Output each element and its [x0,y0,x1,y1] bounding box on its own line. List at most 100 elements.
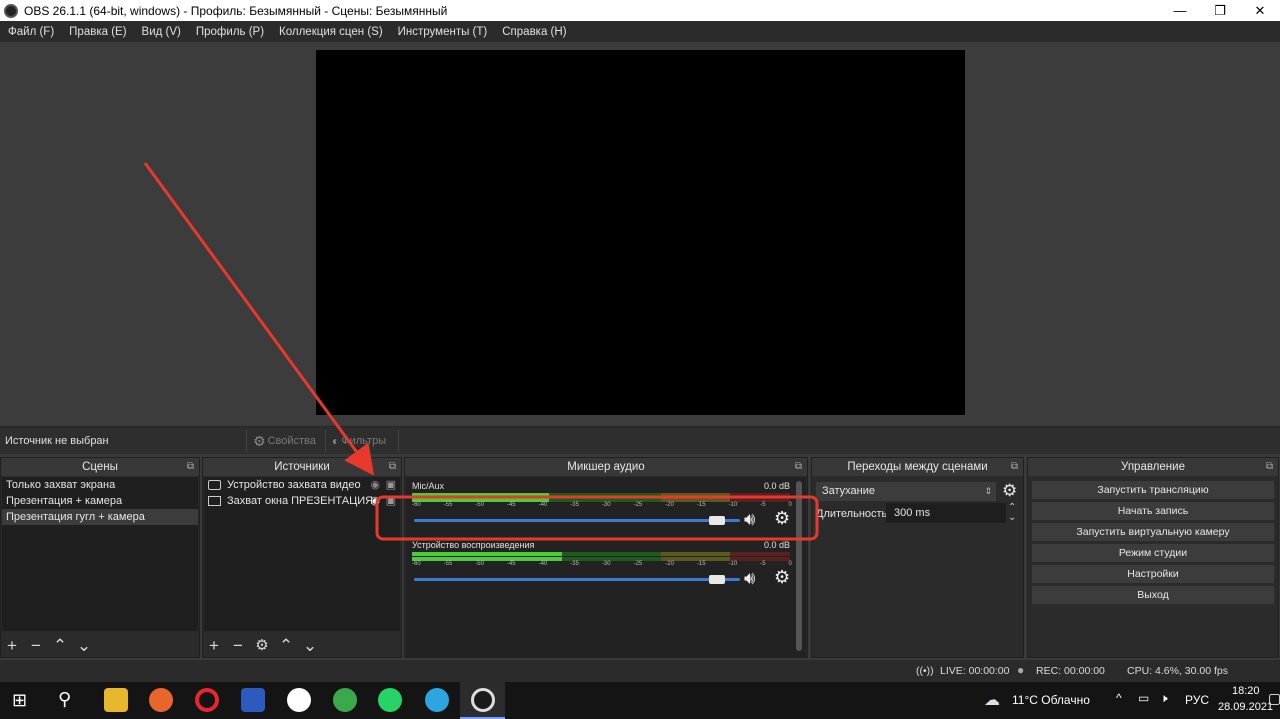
tick-label: -50 [475,502,484,508]
network-icon[interactable]: ▭ [1138,691,1149,705]
calculator-icon[interactable] [241,688,265,712]
add-icon[interactable]: + [3,637,21,655]
audio-mixer-dock: Микшер аудио ⧉ Mic/Aux 0.0 dB -60 -55 -50 -… [404,457,808,658]
gear-icon[interactable]: ⚙ [774,567,790,588]
start-virtual-camera-button[interactable]: Запустить виртуальную камеру [1032,523,1274,541]
scene-item[interactable]: Презентация + камера [2,493,198,509]
tick-label: -5 [760,561,766,567]
undock-icon[interactable]: ⧉ [1266,458,1273,476]
volume-slider[interactable] [414,578,740,581]
menu-view[interactable]: Вид (V) [142,26,181,38]
gear-icon[interactable]: ⚙ [1002,481,1017,501]
chevron-up-icon[interactable]: ^ [1116,691,1122,705]
scenes-header: Сцены ⧉ [1,458,199,476]
move-up-icon[interactable]: ⌃ [51,637,69,655]
volume-slider[interactable] [414,519,740,522]
windows-start-icon[interactable]: ⊞ [12,690,27,711]
search-icon[interactable]: ⚲ [58,689,71,710]
start-streaming-button[interactable]: Запустить трансляцию [1032,481,1274,499]
spin-icon: ⇕ [984,486,992,496]
settings-button[interactable]: Настройки [1032,565,1274,583]
menu-profile[interactable]: Профиль (P) [196,26,264,38]
no-source-label: Источник не выбран [5,435,109,447]
firefox-icon[interactable] [149,688,173,712]
menu-scene-collection[interactable]: Коллекция сцен (S) [279,26,383,38]
scene-item-selected[interactable]: Презентация гугл + камера [2,509,198,525]
yandex-browser-icon[interactable] [287,688,311,712]
maximize-button[interactable]: ❐ [1200,0,1240,21]
menu-help[interactable]: Справка (H) [502,26,566,38]
mixer-scrollbar[interactable] [796,481,802,651]
filters-button[interactable]: ◐ Фильтры [325,430,392,452]
controls-title: Управление [1121,461,1185,473]
opera-icon[interactable] [195,688,219,712]
remove-icon[interactable]: − [27,637,45,655]
move-up-icon[interactable]: ⌃ [277,637,295,655]
menu-file[interactable]: Файл (F) [8,26,54,38]
duration-input[interactable]: 300 ms [886,503,1006,523]
gear-icon[interactable]: ⚙ [774,508,790,529]
file-explorer-icon[interactable] [104,688,128,712]
tick-label: -60 [412,561,421,567]
undock-icon[interactable]: ⧉ [187,458,194,476]
tick-label: -25 [633,502,643,508]
source-item[interactable]: Захват окна ПРЕЗЕНТАЦИЯ ◉ ▣ [204,493,400,509]
obs-taskbar-item[interactable] [460,682,505,719]
remove-icon[interactable]: − [229,637,247,655]
properties-label: Свойства [267,435,316,447]
clock-date[interactable]: 28.09.2021 [1218,701,1273,713]
eye-hidden-icon[interactable]: ◉ [370,477,380,493]
tick-label: -35 [570,502,579,508]
meter-level [412,493,550,497]
channel-db: 0.0 dB [763,481,790,491]
controls-header: Управление ⧉ [1028,458,1278,476]
gear-icon[interactable]: ⚙ [253,637,271,655]
transition-select[interactable]: Затухание ⇕ [816,482,996,501]
close-button[interactable]: ✕ [1240,0,1280,21]
weather-text[interactable]: 11°C Облачно [1012,693,1090,707]
eye-icon[interactable]: ◉ [370,493,380,509]
live-status: LIVE: 00:00:00 [940,665,1010,677]
volume-slider-handle[interactable] [709,575,726,584]
language-indicator[interactable]: РУС [1185,693,1209,707]
undock-icon[interactable]: ⧉ [795,458,802,476]
source-item[interactable]: Устройство захвата видео ◉ ▣ [204,477,400,493]
studio-mode-button[interactable]: Режим студии [1032,544,1274,562]
clock-time[interactable]: 18:20 [1232,685,1260,697]
minimize-button[interactable]: — [1160,0,1200,21]
live-icon: ((•)) [916,665,934,677]
move-down-icon[interactable]: ⌄ [301,637,319,655]
menu-tools[interactable]: Инструменты (T) [398,26,488,38]
whatsapp-icon[interactable] [378,688,402,712]
channel-name: Mic/Aux [412,481,445,491]
source-toolbar: Источник не выбран ⚙ Свойства ◐ Фильтры [0,426,1280,454]
speaker-icon[interactable]: 🔊︎ [744,509,755,530]
toolbar-divider [398,430,411,452]
lock-icon[interactable]: ▣ [386,493,396,509]
move-down-icon[interactable]: ⌄ [75,637,93,655]
menu-edit[interactable]: Правка (E) [69,26,126,38]
sources-header: Источники ⧉ [203,458,401,476]
add-icon[interactable]: + [205,637,223,655]
chrome-icon[interactable] [333,688,357,712]
undock-icon[interactable]: ⧉ [1011,458,1018,476]
volume-icon[interactable]: 🕨 [1160,691,1168,706]
speaker-icon[interactable]: 🔊︎ [744,568,755,589]
notification-icon[interactable]: ▢ [1268,690,1280,707]
controls-dock: Управление ⧉ Запустить трансляцию Начать… [1027,457,1279,658]
lock-icon[interactable]: ▣ [386,477,396,493]
obs-icon [471,688,495,712]
tick-label: -30 [601,561,611,567]
volume-slider-handle[interactable] [709,516,726,525]
preview-canvas[interactable] [316,50,965,415]
start-recording-button[interactable]: Начать запись [1032,502,1274,520]
sources-dock: Источники ⧉ Устройство захвата видео ◉ ▣… [202,457,402,658]
undock-icon[interactable]: ⧉ [389,458,396,476]
stepper-down-icon[interactable]: ⌄ [1008,512,1016,523]
telegram-icon[interactable] [425,688,449,712]
properties-button[interactable]: ⚙ Свойства [246,430,322,452]
camera-icon [208,480,221,491]
exit-button[interactable]: Выход [1032,586,1274,604]
scene-item[interactable]: Только захват экрана [2,477,198,493]
tick-label: -15 [696,502,706,508]
